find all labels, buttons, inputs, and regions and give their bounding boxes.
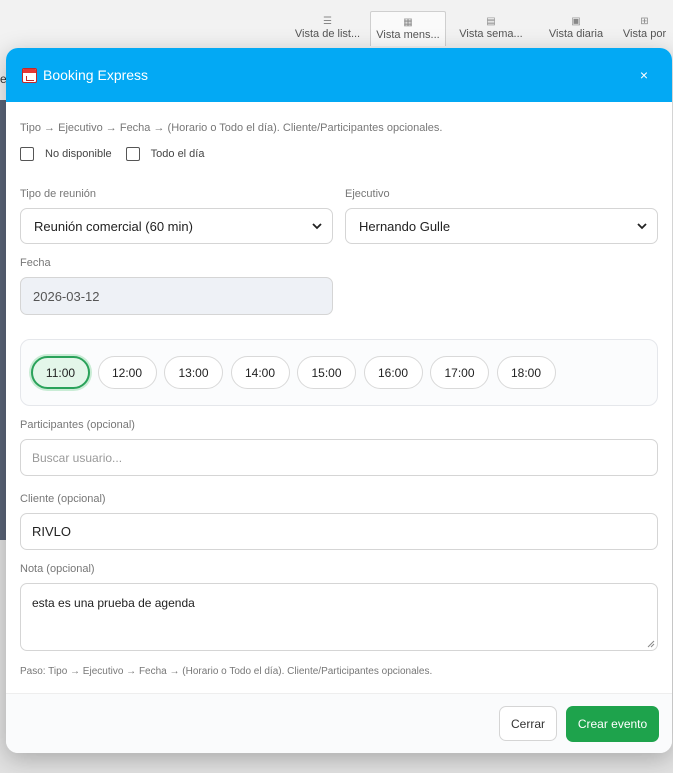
ejecutivo-value: Hernando Gulle	[359, 218, 451, 234]
create-event-button[interactable]: Crear evento	[566, 705, 659, 742]
calendar-day-icon: ▣	[571, 16, 581, 27]
resize-handle-icon[interactable]	[647, 640, 655, 648]
participantes-search-input[interactable]	[20, 439, 658, 476]
ejecutivo-group: Ejecutivo Hernando Gulle	[345, 188, 658, 244]
close-icon[interactable]: ×	[640, 67, 648, 83]
calendar-month-icon: ▦	[403, 17, 413, 28]
time-slot-14[interactable]: 14:00	[230, 356, 290, 389]
tipo-reunion-value: Reunión comercial (60 min)	[34, 218, 193, 234]
time-slot-16[interactable]: 16:00	[363, 356, 423, 389]
list-icon: ☰	[323, 16, 332, 27]
tab-label: Vista sema...	[459, 28, 523, 40]
cancel-button[interactable]: Cerrar	[499, 706, 557, 741]
tab-label: Vista diaria	[548, 28, 604, 40]
ejecutivo-label: Ejecutivo	[345, 188, 390, 200]
no-disponible-label: No disponible	[45, 148, 112, 160]
modal-title: Booking Express	[43, 67, 149, 83]
fecha-field[interactable]: 2026-03-12	[20, 277, 333, 315]
tipo-reunion-label: Tipo de reunión	[20, 188, 97, 200]
instructions-text: Tipo → Ejecutivo → Fecha → (Horario o To…	[20, 122, 443, 134]
grid-icon: ⊞	[640, 16, 649, 27]
fecha-group: Fecha 2026-03-12	[20, 257, 658, 315]
time-slot-11[interactable]: 11:00	[31, 356, 90, 389]
tab-day-view[interactable]: ▣ Vista diaria	[536, 11, 616, 46]
cliente-group: Cliente (opcional) RIVLO	[20, 493, 658, 550]
tipo-reunion-select[interactable]: Reunión comercial (60 min)	[20, 208, 333, 244]
tab-list-view[interactable]: ☰ Vista de list...	[285, 11, 370, 46]
todo-el-dia-checkbox[interactable]	[125, 147, 140, 161]
tipo-reunion-group: Tipo de reunión Reunión comercial (60 mi…	[20, 188, 333, 244]
tab-label: Vista de list...	[294, 28, 361, 40]
step-hint-text: Paso: Tipo → Ejecutivo → Fecha → (Horari…	[20, 666, 433, 677]
calendar-icon	[22, 67, 37, 83]
modal-footer: Cerrar Crear evento	[6, 693, 672, 753]
nota-label: Nota (opcional)	[20, 563, 95, 575]
time-slots: 11:00 12:00 13:00 14:00 15:00 16:00 17:0…	[20, 339, 658, 406]
fecha-value: 2026-03-12	[33, 288, 100, 304]
participantes-group: Participantes (opcional)	[20, 419, 658, 476]
chevron-down-icon	[637, 223, 647, 230]
type-executive-row: Tipo de reunión Reunión comercial (60 mi…	[20, 188, 658, 244]
time-slot-18[interactable]: 18:00	[496, 356, 556, 389]
nota-textarea[interactable]: esta es una prueba de agenda	[20, 583, 658, 651]
cliente-label: Cliente (opcional)	[20, 493, 106, 505]
ejecutivo-select[interactable]: Hernando Gulle	[345, 208, 658, 244]
nota-value: esta es una prueba de agenda	[32, 596, 195, 610]
no-disponible-option[interactable]: No disponible	[20, 147, 112, 161]
no-disponible-checkbox[interactable]	[20, 147, 34, 161]
cliente-input[interactable]: RIVLO	[20, 513, 658, 550]
tab-label: Vista por	[622, 28, 667, 40]
todo-el-dia-label: Todo el día	[150, 148, 205, 160]
cliente-value: RIVLO	[32, 524, 72, 539]
modal-body: Tipo → Ejecutivo → Fecha → (Horario o To…	[6, 102, 672, 677]
fecha-label: Fecha	[20, 257, 51, 269]
booking-modal: Booking Express × Tipo → Ejecutivo → Fec…	[6, 48, 672, 753]
modal-header: Booking Express ×	[6, 48, 672, 102]
time-slot-12[interactable]: 12:00	[97, 356, 157, 389]
time-slot-17[interactable]: 17:00	[430, 356, 489, 389]
todo-el-dia-option[interactable]: Todo el día	[125, 147, 205, 161]
participantes-label: Participantes (opcional)	[20, 419, 135, 431]
options-row: No disponible Todo el día	[20, 147, 658, 161]
tab-other-view[interactable]: ⊞ Vista por	[616, 11, 673, 46]
calendar-week-icon: ▤	[486, 16, 496, 27]
chevron-down-icon	[312, 223, 322, 230]
tab-week-view[interactable]: ▤ Vista sema...	[446, 11, 536, 46]
tab-label: Vista mens...	[376, 29, 440, 41]
nota-group: Nota (opcional) esta es una prueba de ag…	[20, 563, 658, 651]
time-slot-13[interactable]: 13:00	[164, 356, 223, 389]
view-tabs: ☰ Vista de list... ▦ Vista mens... ▤ Vis…	[285, 0, 673, 46]
tab-month-view[interactable]: ▦ Vista mens...	[370, 11, 446, 46]
time-slot-15[interactable]: 15:00	[297, 356, 356, 389]
